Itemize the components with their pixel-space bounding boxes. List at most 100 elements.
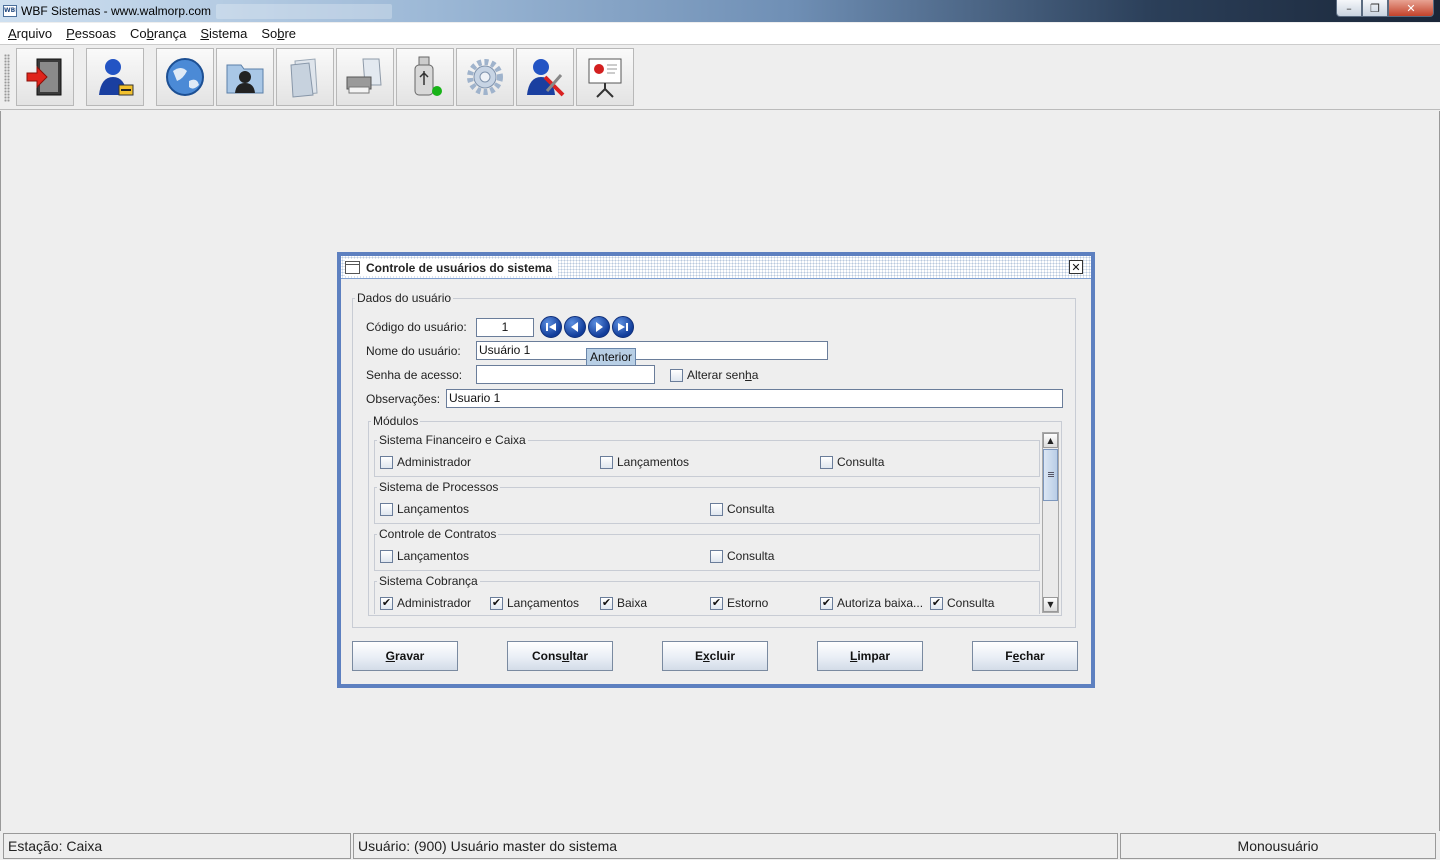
title-bar-blurred-area — [216, 4, 392, 19]
checkbox-box[interactable] — [380, 455, 393, 469]
checkbox-label: Lançamentos — [617, 455, 690, 469]
checkbox-box[interactable] — [380, 549, 393, 563]
senha-label: Senha de acesso: — [366, 368, 463, 382]
toolbar-user-tools-button[interactable] — [516, 48, 574, 106]
toolbar-user-lock-button[interactable] — [86, 48, 144, 106]
processos-consulta-checkbox[interactable]: Consulta — [710, 502, 774, 516]
toolbar-printer-button[interactable] — [336, 48, 394, 106]
cobranca-autoriza-baixa-checkbox[interactable]: ✔ Autoriza baixa... — [820, 596, 923, 610]
menu-sobre[interactable]: Sobre — [261, 26, 296, 41]
checkbox-label: Consulta — [727, 549, 775, 563]
excluir-button[interactable]: Ex cluir — [662, 641, 768, 671]
senha-input[interactable] — [476, 365, 655, 384]
menu-cobranca[interactable]: Cobrança — [130, 26, 186, 41]
checkbox-box[interactable] — [670, 368, 683, 382]
maximize-button[interactable]: ❐ — [1362, 0, 1388, 17]
dialog-title-bar[interactable]: Controle de usuários do sistema ✕ — [341, 256, 1091, 279]
consultar-button[interactable]: Cons u ltar — [507, 641, 613, 671]
status-estacao: Estação: Caixa — [3, 833, 351, 859]
cobranca-consulta-checkbox[interactable]: ✔ Consulta — [930, 596, 994, 610]
checkbox-box[interactable] — [820, 455, 833, 469]
arrow-up-icon: ▲ — [1047, 436, 1054, 445]
checkbox-label: Administrador — [397, 455, 472, 469]
contacts-folder-icon — [226, 64, 264, 94]
status-modo: Monousuário — [1120, 833, 1436, 859]
previous-record-button[interactable] — [564, 316, 586, 338]
cobranca-baixa-checkbox[interactable]: ✔ Baixa — [600, 596, 647, 610]
limpar-button[interactable]: Limpar — [817, 641, 923, 671]
nome-input[interactable]: Usuário 1 — [476, 341, 828, 360]
checkbox-box[interactable] — [710, 502, 723, 516]
checkbox-checked-icon[interactable]: ✔ — [380, 596, 393, 610]
menu-pessoas[interactable]: Pessoas — [66, 26, 116, 41]
financeiro-lancamentos-checkbox[interactable]: Lançamentos — [600, 455, 689, 469]
scroll-thumb[interactable] — [1043, 449, 1058, 501]
contratos-consulta-checkbox[interactable]: Consulta — [710, 549, 774, 563]
fechar-button[interactable]: Fe char — [972, 641, 1078, 671]
first-record-icon — [546, 323, 556, 331]
checkbox-label: Lançamentos — [507, 596, 580, 610]
scroll-down-button[interactable]: ▼ — [1043, 597, 1058, 612]
window-frame-icon — [345, 261, 360, 274]
financeiro-consulta-checkbox[interactable]: Consulta — [820, 455, 884, 469]
contratos-lancamentos-checkbox[interactable]: Lançamentos — [380, 549, 469, 563]
processos-lancamentos-checkbox[interactable]: Lançamentos — [380, 502, 469, 516]
financeiro-administrador-checkbox[interactable]: Administrador — [380, 455, 471, 469]
dialog-close-button[interactable]: ✕ — [1069, 260, 1083, 274]
module-processos: Sistema de Processos — [374, 480, 1040, 524]
window-title: WBF Sistemas - www.walmorp.com — [21, 4, 212, 18]
toolbar — [0, 46, 1440, 110]
obs-input[interactable]: Usuario 1 — [446, 389, 1063, 408]
checkbox-checked-icon[interactable]: ✔ — [490, 596, 503, 610]
toolbar-documents-button[interactable] — [276, 48, 334, 106]
minimize-icon: – — [1346, 1, 1352, 15]
first-record-button[interactable] — [540, 316, 562, 338]
modules-scrollbar[interactable]: ▲ ▼ — [1042, 432, 1059, 613]
module-financeiro: Sistema Financeiro e Caixa — [374, 433, 1040, 477]
checkbox-checked-icon[interactable]: ✔ — [820, 596, 833, 610]
checkbox-checked-icon[interactable]: ✔ — [930, 596, 943, 610]
close-button[interactable]: ✕ — [1388, 0, 1434, 17]
checkbox-label: Baixa — [617, 596, 648, 610]
toolbar-contacts-button[interactable] — [216, 48, 274, 106]
previous-record-icon — [571, 322, 578, 332]
toolbar-grip[interactable] — [4, 54, 10, 102]
last-record-button[interactable] — [612, 316, 634, 338]
globe-icon — [166, 58, 204, 96]
user-data-group-title: Dados do usuário — [357, 291, 452, 305]
user-lock-icon — [99, 59, 134, 96]
checkbox-box[interactable] — [380, 502, 393, 516]
next-record-button[interactable] — [588, 316, 610, 338]
maximize-icon: ❐ — [1370, 1, 1380, 15]
app-logo-icon: WBF — [3, 5, 17, 17]
toolbar-usb-button[interactable] — [396, 48, 454, 106]
exit-door-icon — [26, 58, 62, 96]
toolbar-presentation-button[interactable] — [576, 48, 634, 106]
arrow-down-icon: ▼ — [1047, 600, 1054, 609]
window-title-bar[interactable]: WBF WBF Sistemas - www.walmorp.com – ❐ ✕ — [0, 0, 1440, 22]
cobranca-lancamentos-checkbox[interactable]: ✔ Lançamentos — [490, 596, 579, 610]
status-usuario: Usuário: (900) Usuário master do sistema — [353, 833, 1118, 859]
toolbar-settings-button[interactable] — [456, 48, 514, 106]
menu-sistema[interactable]: Sistema — [200, 26, 247, 41]
module-title: Sistema de Processos — [379, 480, 499, 494]
toolbar-globe-button[interactable] — [156, 48, 214, 106]
checkbox-label: Lançamentos — [397, 549, 470, 563]
alterar-senha-checkbox[interactable]: Alterar senha — [670, 368, 758, 382]
checkbox-box[interactable] — [710, 549, 723, 563]
checkbox-label: Consulta — [837, 455, 885, 469]
cobranca-administrador-checkbox[interactable]: ✔ Administrador — [380, 596, 471, 610]
checkbox-checked-icon[interactable]: ✔ — [600, 596, 613, 610]
codigo-input[interactable]: 1 — [476, 318, 534, 337]
cobranca-estorno-checkbox[interactable]: ✔ Estorno — [710, 596, 768, 610]
checkbox-box[interactable] — [600, 455, 613, 469]
scroll-up-button[interactable]: ▲ — [1043, 433, 1058, 448]
gravar-button[interactable]: Gravar — [352, 641, 458, 671]
modules-group-title: Módulos — [373, 414, 419, 428]
toolbar-exit-button[interactable] — [16, 48, 74, 106]
checkbox-checked-icon[interactable]: ✔ — [710, 596, 723, 610]
module-title: Controle de Contratos — [379, 527, 497, 541]
minimize-button[interactable]: – — [1336, 0, 1362, 17]
alterar-senha-label: Alterar senha — [687, 368, 759, 382]
menu-arquivo[interactable]: Arquivo — [8, 26, 52, 41]
